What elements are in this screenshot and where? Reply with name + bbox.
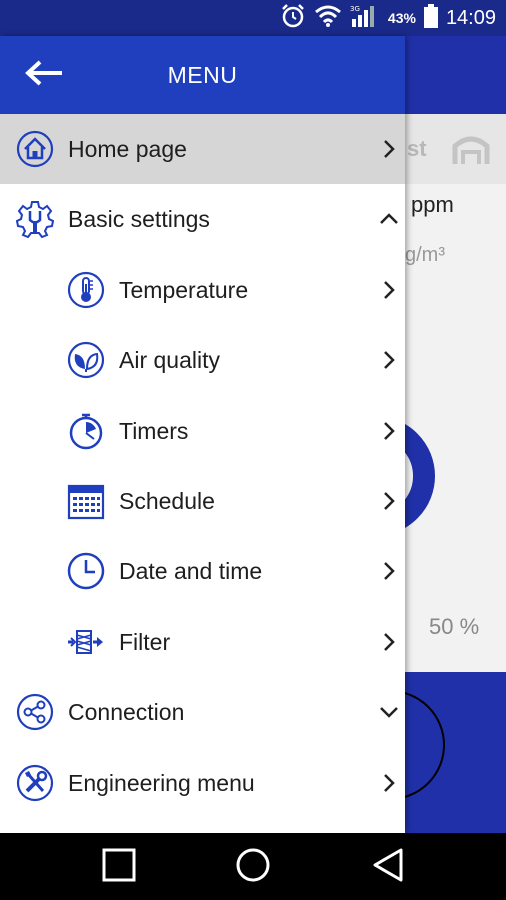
menu-item-connection[interactable]: Connection [0, 677, 405, 747]
background-gauge [405, 416, 435, 536]
leaf-icon [67, 341, 105, 379]
menu-item-label: Home page [68, 136, 187, 162]
menu-item-filter[interactable]: Filter [0, 607, 405, 677]
menu-item-label: Filter [119, 628, 171, 655]
back-triangle-icon [371, 847, 405, 888]
menu-item-label: Timers [119, 417, 189, 444]
chevron-right-icon [379, 420, 399, 442]
menu-item-label: Connection [68, 699, 185, 726]
home-circle-icon [235, 847, 271, 888]
status-bar: 3G 43% 14:09 [0, 0, 506, 36]
menu-item-basic-settings[interactable]: Basic settings [0, 184, 405, 254]
filter-icon [67, 623, 105, 661]
menu-list: Home page Basic settings Temperature Air… [0, 114, 405, 818]
menu-item-label: Air quality [119, 347, 220, 374]
menu-item-engineering-menu[interactable]: Engineering menu [0, 748, 405, 818]
chevron-right-icon [379, 138, 399, 160]
navigation-drawer: MENU Home page Basic settings Temperatur… [0, 36, 405, 833]
menu-item-label: Schedule [119, 487, 215, 514]
recents-button[interactable] [99, 847, 139, 887]
signal-icon: 3G [350, 3, 380, 34]
recents-icon [102, 848, 136, 887]
tools-icon [16, 764, 54, 802]
menu-item-air-quality[interactable]: Air quality [0, 325, 405, 395]
chevron-right-icon [379, 631, 399, 653]
back-nav-button[interactable] [368, 847, 408, 887]
menu-item-label: Basic settings [68, 206, 210, 233]
background-header [405, 36, 506, 114]
menu-item-label: Temperature [119, 276, 249, 303]
drawer-title: MENU [167, 62, 238, 88]
menu-item-label: Engineering menu [68, 769, 255, 796]
menu-item-label: Date and time [119, 558, 263, 585]
clock-icon [67, 552, 105, 590]
battery-icon [423, 3, 438, 33]
background-tabs: st [405, 114, 506, 184]
home-icon [16, 130, 54, 168]
wifi-icon [314, 4, 342, 33]
thermometer-icon [67, 271, 105, 309]
chevron-right-icon [379, 772, 399, 794]
menu-item-temperature[interactable]: Temperature [0, 255, 405, 325]
stopwatch-icon [67, 412, 105, 450]
chevron-right-icon [379, 349, 399, 371]
chevron-right-icon [379, 560, 399, 582]
status-icons: 3G 43% 14:09 [280, 0, 496, 36]
background-screen: st ppm g/m³ 50 % [405, 36, 506, 833]
battery-percent: 43% [387, 10, 416, 26]
background-tab-label: st [407, 136, 427, 161]
chevron-down-icon [379, 701, 399, 723]
gear-icon [16, 200, 54, 239]
share-icon [16, 693, 54, 731]
background-ppm-label: ppm [411, 192, 454, 217]
svg-text:3G: 3G [350, 5, 360, 13]
menu-item-date-and-time[interactable]: Date and time [0, 536, 405, 606]
status-time: 14:09 [445, 6, 496, 29]
background-percent-label: 50 % [429, 614, 480, 639]
background-unit-label: g/m³ [405, 244, 445, 266]
calendar-icon [67, 482, 105, 520]
fireplace-icon [451, 132, 491, 171]
drawer-header: MENU [0, 36, 405, 114]
chevron-up-icon [379, 208, 399, 230]
chevron-right-icon [379, 279, 399, 301]
menu-item-timers[interactable]: Timers [0, 396, 405, 466]
menu-item-schedule[interactable]: Schedule [0, 466, 405, 536]
chevron-right-icon [379, 490, 399, 512]
alarm-icon [280, 3, 306, 34]
system-nav-bar [0, 833, 506, 900]
menu-item-home-page[interactable]: Home page [0, 114, 405, 185]
home-button[interactable] [233, 847, 273, 887]
